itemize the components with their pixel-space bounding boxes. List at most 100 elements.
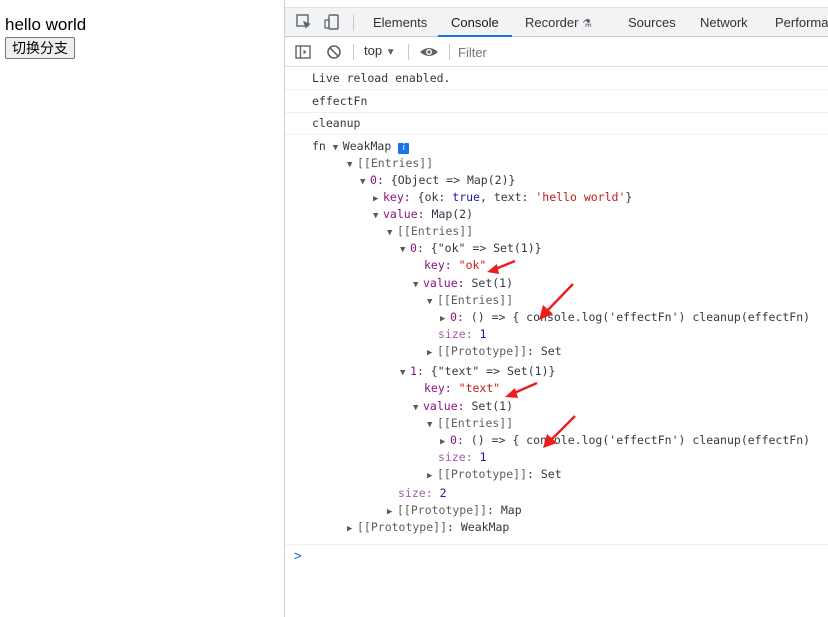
internal-property: [[Entries]]	[357, 156, 434, 170]
message-text: cleanup	[312, 116, 361, 130]
flask-icon: ⚗	[582, 18, 592, 30]
expand-triangle-icon[interactable]: ▼	[373, 208, 383, 225]
tab-recorder[interactable]: Recorder ⚗	[525, 8, 592, 37]
tree-node[interactable]: ▶ [[Prototype]]: WeakMap	[347, 519, 509, 536]
tree-node[interactable]: ▼ value: Map(2)	[373, 206, 473, 223]
function-preview: () => { console.log('effectFn') cleanup(…	[470, 310, 811, 324]
eye-icon[interactable]	[419, 43, 439, 61]
internal-property: [[Prototype]]	[437, 344, 528, 358]
internal-property: [[Entries]]	[437, 293, 514, 307]
context-selector[interactable]: top ▼	[364, 43, 396, 58]
expand-triangle-icon[interactable]: ▼	[400, 365, 410, 382]
expand-triangle-icon[interactable]: ▼	[360, 174, 370, 191]
number-value: 1	[479, 327, 487, 341]
property-key: value	[423, 399, 458, 413]
expand-triangle-icon[interactable]: ▼	[333, 140, 343, 157]
function-preview: () => { console.log('effectFn') cleanup(…	[470, 433, 811, 447]
collapse-triangle-icon[interactable]: ▶	[427, 468, 437, 485]
property-value: Set(1)	[471, 276, 514, 290]
tree-root[interactable]: fn ▼ WeakMap i	[312, 138, 410, 157]
tree-leaf: size: 1	[438, 327, 487, 341]
tab-performance[interactable]: Performa	[775, 8, 828, 37]
tree-node[interactable]: ▶ 0: () => { console.log('effectFn') clea…	[440, 309, 810, 326]
expand-triangle-icon[interactable]: ▼	[413, 277, 423, 294]
property-value: Set(1)	[471, 399, 514, 413]
collapse-triangle-icon[interactable]: ▶	[347, 521, 357, 538]
page-title: hello world	[5, 15, 87, 34]
console-message: effectFn	[285, 90, 828, 113]
devtools-tabbar: Elements Console Recorder ⚗ Sources Netw…	[285, 7, 828, 37]
property-value: Map(2)	[431, 207, 474, 221]
number-value: 2	[439, 486, 447, 500]
expand-triangle-icon[interactable]: ▼	[400, 242, 410, 259]
entry-index: 0	[410, 241, 417, 255]
property-key: key	[383, 190, 404, 204]
message-text: Live reload enabled.	[312, 71, 451, 85]
entry-index: 0	[370, 173, 377, 187]
internal-property: [[Entries]]	[437, 416, 514, 430]
inspect-element-icon[interactable]	[295, 13, 313, 31]
tree-node[interactable]: ▼ [[Entries]]	[387, 223, 473, 240]
tree-node[interactable]: ▼ [[Entries]]	[427, 415, 513, 432]
collapse-triangle-icon[interactable]: ▶	[427, 345, 437, 362]
tree-node[interactable]: ▼ value: Set(1)	[413, 275, 513, 292]
expand-triangle-icon[interactable]: ▼	[347, 157, 357, 174]
tab-recorder-label: Recorder	[525, 15, 579, 30]
chevron-down-icon: ▼	[385, 47, 396, 58]
device-toolbar-icon[interactable]	[323, 13, 341, 31]
tab-elements[interactable]: Elements	[373, 8, 427, 37]
internal-property: [[Prototype]]	[357, 520, 448, 534]
toolbar-divider	[449, 44, 450, 60]
expand-triangle-icon[interactable]: ▼	[427, 294, 437, 311]
entry-index: 0	[450, 310, 457, 324]
internal-property: [[Prototype]]	[437, 467, 528, 481]
red-arrow-icon	[539, 283, 574, 320]
toggle-branch-button[interactable]: 切换分支	[5, 37, 75, 59]
tree-node[interactable]: ▶ 0: () => { console.log('effectFn') clea…	[440, 432, 810, 449]
property-key: value	[383, 207, 418, 221]
prototype-value: Set	[540, 467, 562, 481]
prototype-value: Map	[500, 503, 522, 517]
filter-input[interactable]	[458, 41, 828, 63]
console-message: Live reload enabled.	[285, 67, 828, 90]
tab-console[interactable]: Console	[438, 8, 512, 37]
property-key: value	[423, 276, 458, 290]
toolbar-divider	[408, 44, 409, 60]
tree-node[interactable]: ▶ [[Prototype]]: Map	[387, 502, 522, 519]
console-prompt[interactable]: >	[294, 549, 302, 564]
tree-leaf: size: 2	[398, 486, 447, 500]
tree-leaf: key: "ok"	[424, 258, 487, 272]
console-message: cleanup	[285, 112, 828, 135]
toolbar-divider	[353, 44, 354, 60]
clear-console-icon[interactable]	[325, 43, 343, 61]
tree-node[interactable]: ▼ [[Entries]]	[427, 292, 513, 309]
tree-node[interactable]: ▼ [[Entries]]	[347, 155, 433, 172]
tree-node[interactable]: ▶ [[Prototype]]: Set	[427, 466, 562, 483]
tree-node[interactable]: ▶ key: {ok: true, text: 'hello world'}	[373, 189, 632, 206]
entry-summary: {Object => Map(2)}	[390, 173, 516, 187]
tab-network[interactable]: Network	[700, 8, 748, 37]
property-key: key	[424, 258, 445, 272]
expand-triangle-icon[interactable]: ▼	[387, 225, 397, 242]
tree-leaf: size: 1	[438, 450, 487, 464]
property-key: size	[438, 327, 466, 341]
tree-leaf: key: "text"	[424, 381, 501, 395]
tab-sources[interactable]: Sources	[628, 8, 676, 37]
console-toolbar: top ▼	[285, 37, 828, 67]
expand-triangle-icon[interactable]: ▼	[413, 400, 423, 417]
number-value: 1	[479, 450, 487, 464]
tree-node[interactable]: ▶ [[Prototype]]: Set	[427, 343, 562, 360]
tree-node[interactable]: ▼ 1: {"text" => Set(1)}	[400, 363, 555, 380]
expand-triangle-icon[interactable]: ▼	[427, 417, 437, 434]
entry-index: 0	[450, 433, 457, 447]
prototype-value: Set	[540, 344, 562, 358]
tree-node[interactable]: ▼ 0: {Object => Map(2)}	[360, 172, 515, 189]
info-icon: i	[398, 143, 410, 154]
sidebar-toggle-icon[interactable]	[294, 43, 312, 61]
string-value: "text"	[458, 381, 501, 395]
red-arrow-icon	[487, 259, 516, 274]
tree-node[interactable]: ▼ value: Set(1)	[413, 398, 513, 415]
entry-summary: {"ok" => Set(1)}	[430, 241, 542, 255]
tree-node[interactable]: ▼ 0: {"ok" => Set(1)}	[400, 240, 542, 257]
prototype-value: WeakMap	[460, 520, 510, 534]
